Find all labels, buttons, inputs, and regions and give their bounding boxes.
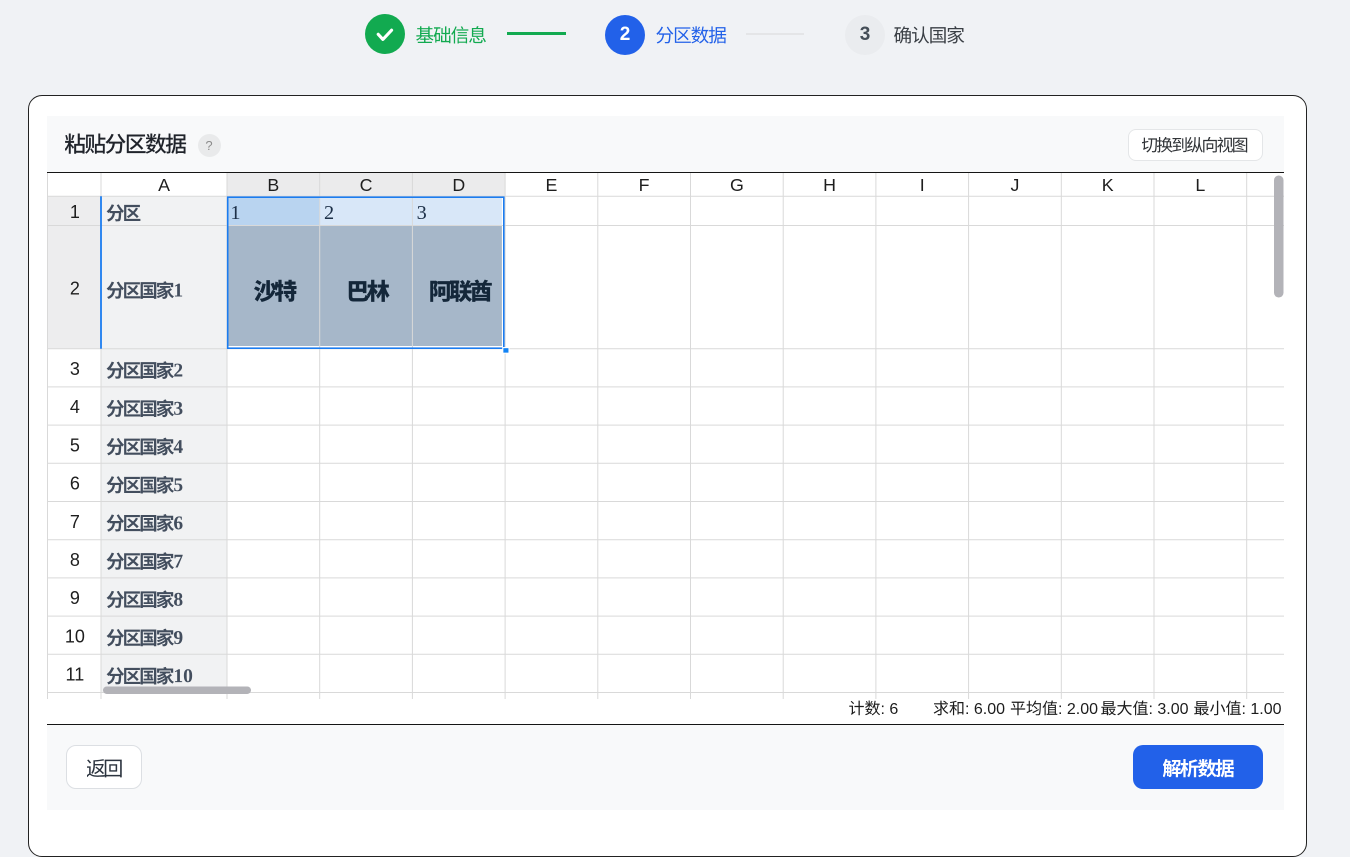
svg-text:H: H bbox=[823, 175, 836, 195]
svg-text:2: 2 bbox=[324, 202, 334, 224]
svg-text:: 1.00: : 1.00 bbox=[1242, 701, 1282, 718]
svg-text:7: 7 bbox=[70, 512, 80, 532]
svg-text:6: 6 bbox=[70, 474, 80, 494]
svg-text:I: I bbox=[920, 175, 925, 195]
svg-text:F: F bbox=[639, 175, 650, 195]
svg-text:A: A bbox=[158, 175, 170, 195]
svg-text:1: 1 bbox=[230, 202, 240, 224]
svg-text:D: D bbox=[452, 175, 465, 195]
svg-text:J: J bbox=[1011, 175, 1020, 195]
svg-text:: 3.00: : 3.00 bbox=[1149, 701, 1189, 718]
svg-text:9: 9 bbox=[70, 588, 80, 608]
svg-text:10: 10 bbox=[65, 626, 85, 646]
svg-text:C: C bbox=[360, 175, 373, 195]
svg-text:E: E bbox=[545, 175, 557, 195]
svg-text:L: L bbox=[1195, 175, 1205, 195]
svg-text:2: 2 bbox=[70, 278, 80, 298]
svg-text:5: 5 bbox=[70, 435, 80, 455]
svg-text:1: 1 bbox=[70, 202, 80, 222]
svg-text:8: 8 bbox=[70, 550, 80, 570]
svg-text:G: G bbox=[730, 175, 744, 195]
svg-text:K: K bbox=[1102, 175, 1114, 195]
svg-text:3: 3 bbox=[417, 202, 427, 224]
svg-text:: 2.00: : 2.00 bbox=[1058, 701, 1098, 718]
svg-text:11: 11 bbox=[66, 665, 85, 685]
svg-text:: 6.00: : 6.00 bbox=[965, 701, 1005, 718]
svg-text:: 6: : 6 bbox=[881, 701, 899, 718]
svg-text:B: B bbox=[267, 175, 279, 195]
svg-text:4: 4 bbox=[70, 397, 80, 417]
svg-text:3: 3 bbox=[70, 359, 80, 379]
